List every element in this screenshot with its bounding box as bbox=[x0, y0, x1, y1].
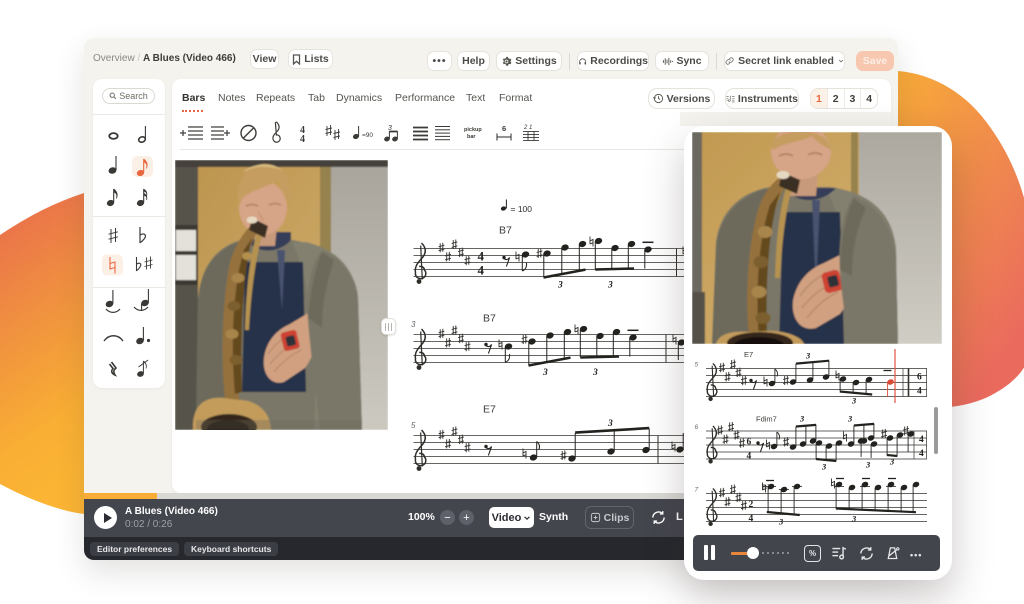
svg-text:5: 5 bbox=[411, 421, 416, 430]
svg-text:3: 3 bbox=[607, 281, 613, 291]
svg-text:bar: bar bbox=[467, 134, 476, 140]
svg-text:6: 6 bbox=[695, 424, 699, 431]
svg-text:3: 3 bbox=[411, 320, 416, 329]
svg-text:3: 3 bbox=[851, 396, 857, 406]
svg-text:4: 4 bbox=[747, 452, 752, 462]
svg-text:4: 4 bbox=[749, 514, 754, 524]
svg-text:7: 7 bbox=[695, 487, 699, 494]
svg-text:4: 4 bbox=[919, 449, 924, 459]
svg-text:3: 3 bbox=[865, 460, 871, 470]
svg-text:pickup: pickup bbox=[464, 127, 482, 133]
svg-text:3: 3 bbox=[805, 351, 811, 361]
svg-text:4: 4 bbox=[478, 263, 485, 278]
svg-text:3: 3 bbox=[607, 419, 613, 429]
svg-text:4: 4 bbox=[917, 387, 922, 397]
svg-text:3: 3 bbox=[821, 462, 827, 472]
svg-text:3: 3 bbox=[889, 457, 895, 467]
svg-text:3: 3 bbox=[799, 414, 805, 424]
svg-text:E7: E7 bbox=[483, 404, 496, 416]
svg-text:3: 3 bbox=[557, 281, 563, 291]
svg-text:4: 4 bbox=[919, 435, 924, 445]
svg-text:2: 2 bbox=[749, 500, 754, 510]
svg-text:=90: =90 bbox=[362, 132, 373, 139]
svg-text:3: 3 bbox=[847, 414, 853, 424]
svg-text:B7: B7 bbox=[483, 313, 496, 325]
svg-text:Fdim7: Fdim7 bbox=[756, 415, 777, 424]
svg-text:4: 4 bbox=[300, 134, 305, 145]
svg-text:3: 3 bbox=[592, 368, 598, 378]
svg-text:= 100: = 100 bbox=[511, 204, 533, 214]
svg-text:E7: E7 bbox=[744, 350, 753, 359]
svg-text:3: 3 bbox=[851, 514, 857, 524]
svg-text:6: 6 bbox=[502, 124, 506, 133]
svg-text:B7: B7 bbox=[499, 225, 512, 237]
svg-text:6: 6 bbox=[747, 438, 752, 448]
svg-text:3: 3 bbox=[778, 517, 784, 527]
svg-text:4: 4 bbox=[478, 249, 485, 264]
svg-text:5: 5 bbox=[695, 362, 699, 369]
svg-text:2 1: 2 1 bbox=[523, 125, 532, 131]
svg-text:3: 3 bbox=[542, 368, 548, 378]
svg-text:6: 6 bbox=[917, 373, 922, 383]
